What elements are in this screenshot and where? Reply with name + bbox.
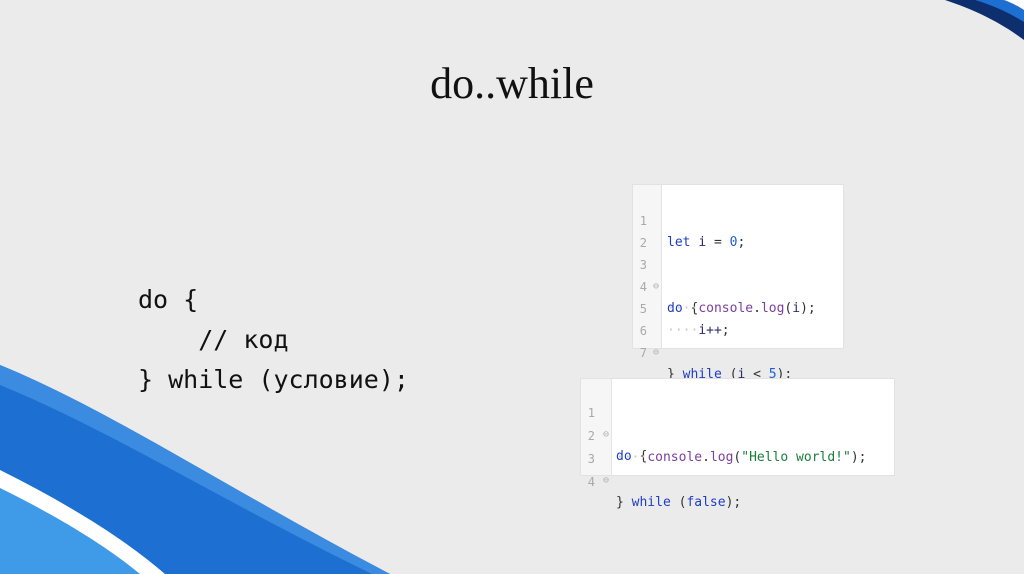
syntax-line: do { xyxy=(138,285,199,314)
code-line: 1 let i = 0; xyxy=(633,188,843,250)
code-example-false-condition: 1 ⊖ do { 2 ····console.log("Hello world!… xyxy=(580,378,895,510)
code-line: 2 ····console.log("Hello world!"); xyxy=(581,403,894,465)
syntax-line: } while (условие); xyxy=(138,365,409,394)
syntax-block: do { // код } while (условие); xyxy=(138,280,409,400)
line-number: 7 xyxy=(639,346,647,360)
code-line: 3 ⊖ do { xyxy=(633,232,843,316)
code-line: 3 ⊖ } while (false); xyxy=(581,426,894,510)
slide-title: do..while xyxy=(430,59,594,108)
code-line: 4 xyxy=(581,449,894,489)
code-line: 2 xyxy=(633,210,843,250)
code-line: 5 ····i++; xyxy=(633,276,843,338)
line-number: 4 xyxy=(587,475,595,489)
code-example-counter: 1 let i = 0; 2 3 ⊖ do { 4 ····console.lo… xyxy=(632,184,844,382)
code-line: 1 ⊖ do { xyxy=(581,380,894,464)
code-line: 4 ····console.log(i); xyxy=(633,254,843,316)
code-line: 6 ⊖ } while (i < 5); xyxy=(633,298,843,382)
syntax-line: // код xyxy=(138,325,289,354)
code-line: 7 xyxy=(633,320,843,360)
